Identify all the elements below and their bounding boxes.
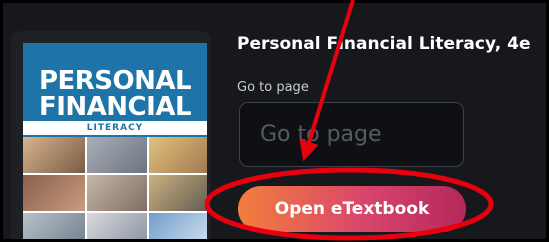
cover-photo-collage <box>23 137 207 239</box>
cover-photo <box>87 175 147 211</box>
cover-photo <box>87 213 147 239</box>
cover-photo <box>87 137 147 173</box>
open-etextbook-button[interactable]: Open eTextbook <box>238 186 466 232</box>
cover-photo <box>149 137 207 173</box>
cover-title-line1: PERSONAL <box>38 66 192 96</box>
book-title: Personal Financial Literacy, 4e <box>237 34 531 54</box>
book-cover[interactable]: PERSONAL FINANCIAL LITERACY <box>23 43 207 239</box>
go-to-page-label: Go to page <box>237 80 309 95</box>
cover-photo <box>23 137 85 173</box>
cover-title-line2: FINANCIAL <box>38 92 192 122</box>
cover-photo <box>149 213 207 239</box>
cover-subtitle: LITERACY <box>23 121 207 135</box>
go-to-page-input[interactable] <box>239 102 464 167</box>
cover-photo <box>23 175 85 211</box>
app-window: PERSONAL FINANCIAL LITERACY Personal Fin… <box>0 0 549 242</box>
cover-photo <box>149 175 207 211</box>
cover-photo <box>23 213 85 239</box>
